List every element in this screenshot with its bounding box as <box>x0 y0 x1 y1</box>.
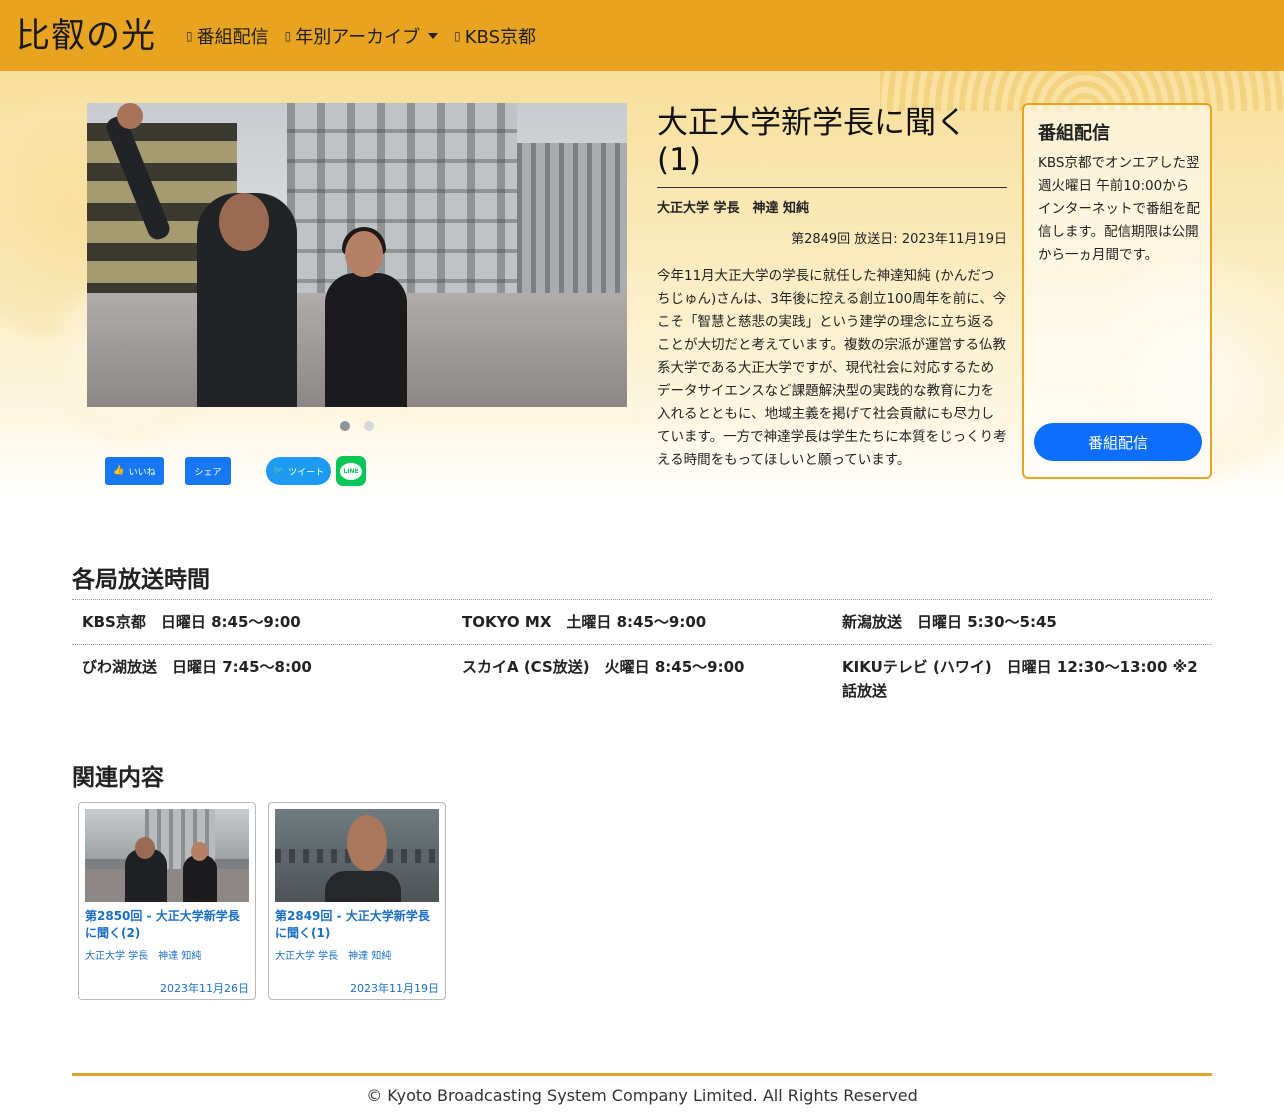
thumb-person-head <box>347 815 387 871</box>
thumb-pavement <box>85 869 249 902</box>
episode-title: 大正大学新学長に聞く(1) <box>657 105 967 178</box>
facebook-like-label: いいね <box>128 467 156 478</box>
table-cell: TOKYO MX 土曜日 8:45〜9:00 <box>462 613 707 631</box>
photo-person-head <box>219 193 269 251</box>
table-cell: KIKUテレビ (ハワイ) 日曜日 12:30〜13:00 ※2話放送 <box>842 658 1198 700</box>
photo-person <box>325 273 407 407</box>
table-row: びわ湖放送 日曜日 7:45〜8:00 スカイA (CS放送) 火曜日 8:45… <box>72 644 1212 713</box>
footer-divider <box>72 1073 1212 1076</box>
nav-item-archive-dropdown[interactable]: ▯ 年別アーカイブ <box>285 23 439 49</box>
facebook-share-label: シェア <box>194 467 222 478</box>
nav-item-label: KBS京都 <box>464 26 537 48</box>
distribution-card-title: 番組配信 <box>1038 123 1110 144</box>
broadcast-times-heading: 各局放送時間 <box>72 567 210 593</box>
episode-carousel[interactable] <box>87 103 627 407</box>
broadcast-times-table: KBS京都 日曜日 8:45〜9:00 TOKYO MX 土曜日 8:45〜9:… <box>72 599 1212 713</box>
site-brand[interactable]: 比叡の光 <box>16 19 156 53</box>
carousel-dot-1[interactable] <box>340 421 350 431</box>
table-cell: KBS京都 日曜日 8:45〜9:00 <box>82 613 301 631</box>
thumb-person-head <box>191 842 208 861</box>
distribution-button[interactable]: 番組配信 <box>1034 423 1202 461</box>
related-guest: 大正大学 学長 神達 知純 <box>85 951 202 962</box>
thumbs-up-icon: 👍 <box>113 466 125 476</box>
episode-meta: 第2849回 放送日: 2023年11月19日 <box>791 232 1007 247</box>
chevron-down-icon <box>428 32 439 39</box>
thumb-person <box>183 855 217 902</box>
top-navbar: 比叡の光 ▯ 番組配信 ▯ 年別アーカイブ ▯ KBS京都 <box>0 0 1284 71</box>
nav-item-label: 年別アーカイブ <box>295 26 421 48</box>
episode-guest: 大正大学 学長 神達 知純 <box>657 201 810 216</box>
related-date: 2023年11月19日 <box>350 982 439 995</box>
title-divider <box>657 187 1007 188</box>
footer-copyright: © Kyoto Broadcasting System Company Limi… <box>366 1086 918 1105</box>
related-title[interactable]: 第2849回 - 大正大学新学長に聞く(1) <box>275 908 441 942</box>
related-guest: 大正大学 学長 神達 知純 <box>275 951 392 962</box>
nav-item-broadcast[interactable]: ▯ 番組配信 <box>186 23 269 49</box>
carousel-dot-2[interactable] <box>364 421 374 431</box>
table-cell: スカイA (CS放送) 火曜日 8:45〜9:00 <box>462 658 745 676</box>
broadcast-icon: ▯ <box>186 28 193 43</box>
thumb-person <box>325 871 401 902</box>
table-row: KBS京都 日曜日 8:45〜9:00 TOKYO MX 土曜日 8:45〜9:… <box>72 599 1212 644</box>
tv-icon: ▯ <box>454 28 461 43</box>
related-thumbnail <box>275 809 439 902</box>
photo-person-head <box>345 231 383 277</box>
archive-icon: ▯ <box>284 28 292 43</box>
twitter-bird-icon: 🐦 <box>272 466 285 476</box>
table-cell: びわ湖放送 日曜日 7:45〜8:00 <box>82 658 312 676</box>
photo-building <box>517 143 627 313</box>
related-date: 2023年11月26日 <box>160 982 249 995</box>
line-share-button[interactable]: LINE <box>336 456 366 486</box>
related-thumbnail <box>85 809 249 902</box>
facebook-share-button[interactable]: シェア <box>185 457 231 485</box>
related-heading: 関連内容 <box>72 765 164 791</box>
nav-item-label: 番組配信 <box>196 26 269 48</box>
related-title[interactable]: 第2850回 - 大正大学新学長に聞く(2) <box>85 908 251 942</box>
related-card[interactable]: 第2850回 - 大正大学新学長に聞く(2) 大正大学 学長 神達 知純 202… <box>78 802 256 1000</box>
episode-description: 今年11月大正大学の学長に就任した神達知純 (かんだつ ちじゅん)さんは、3年後… <box>657 268 1007 468</box>
table-cell: 新潟放送 日曜日 5:30〜5:45 <box>842 613 1057 631</box>
thumb-person-head <box>135 837 155 859</box>
distribution-card-text: KBS京都でオンエアした翌週火曜日 午前10:00からインターネットで番組を配信… <box>1038 155 1200 263</box>
facebook-like-button[interactable]: 👍 いいね <box>105 457 164 485</box>
tweet-button[interactable]: 🐦 ツイート <box>266 457 331 485</box>
photo-person-hand <box>117 103 143 129</box>
line-icon: LINE <box>340 462 362 480</box>
tweet-label: ツイート <box>288 467 325 478</box>
distribution-card: 番組配信 KBS京都でオンエアした翌週火曜日 午前10:00からインターネットで… <box>1022 103 1212 479</box>
nav-item-kbs[interactable]: ▯ KBS京都 <box>454 23 536 49</box>
carousel-indicators <box>340 421 374 431</box>
related-card[interactable]: 第2849回 - 大正大学新学長に聞く(1) 大正大学 学長 神達 知純 202… <box>268 802 446 1000</box>
